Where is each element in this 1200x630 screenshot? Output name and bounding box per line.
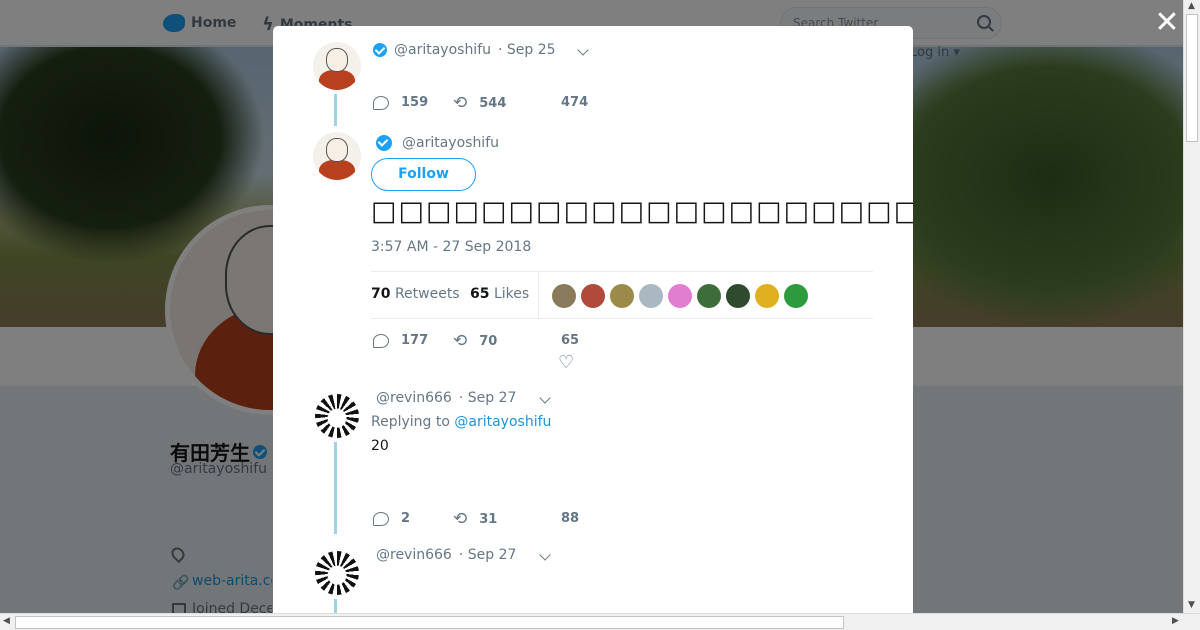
- liker-avatar[interactable]: [668, 284, 692, 308]
- retweet-icon: ⟲: [453, 93, 468, 113]
- thread-line: [334, 94, 337, 126]
- mention-link[interactable]: @aritayoshifu: [454, 414, 551, 430]
- retweet-button[interactable]: ⟲ 544: [453, 93, 506, 113]
- avatar[interactable]: [313, 42, 361, 90]
- chevron-down-icon[interactable]: [577, 44, 589, 56]
- reply-button[interactable]: 2: [373, 511, 410, 526]
- avatar[interactable]: [313, 549, 361, 597]
- scroll-up-icon[interactable]: ▲: [1188, 1, 1195, 11]
- tweet-text: □□□□□□□□□□□□□□□□□□□□□□□□□□□□□□□□□□□□□□□□…: [371, 196, 913, 227]
- liker-avatar[interactable]: [697, 284, 721, 308]
- reply-icon: [373, 511, 389, 526]
- reply-button[interactable]: 159: [373, 95, 428, 110]
- heart-icon[interactable]: ♡: [558, 352, 574, 373]
- like-count-label: 65: [561, 333, 580, 348]
- tweet-stats: 70 Retweets 65 Likes: [371, 271, 873, 319]
- scrollbar-thumb[interactable]: [1186, 14, 1198, 142]
- liker-avatar[interactable]: [581, 284, 605, 308]
- reply-icon: [373, 333, 389, 348]
- avatar[interactable]: [313, 392, 361, 440]
- verified-icon: [373, 43, 387, 57]
- scrollbar-thumb[interactable]: [15, 616, 844, 629]
- liker-avatar[interactable]: [784, 284, 808, 308]
- retweet-button[interactable]: ⟲ 70: [453, 331, 497, 351]
- thread-line: [334, 442, 337, 534]
- horizontal-scrollbar[interactable]: ◀ ▶: [0, 613, 1200, 630]
- follow-button[interactable]: Follow: [371, 158, 476, 191]
- verified-icon: [376, 135, 392, 151]
- tweet-handle[interactable]: @aritayoshifu: [402, 135, 499, 151]
- tweet-handle[interactable]: @aritayoshifu: [394, 42, 491, 58]
- vertical-scrollbar[interactable]: ▲ ▼: [1183, 0, 1200, 613]
- tweet-handle[interactable]: @revin666: [376, 547, 452, 563]
- tweet-timestamp[interactable]: 3:57 AM - 27 Sep 2018: [371, 239, 531, 255]
- tweet-time[interactable]: · Sep 25: [498, 42, 556, 58]
- tweet-time[interactable]: · Sep 27: [459, 547, 517, 563]
- tweet-handle[interactable]: @revin666: [376, 390, 452, 406]
- liker-avatar[interactable]: [610, 284, 634, 308]
- scroll-right-icon[interactable]: ▶: [1172, 616, 1179, 626]
- retweet-count[interactable]: 70 Retweets: [371, 286, 460, 302]
- retweet-icon: ⟲: [453, 509, 468, 529]
- tweet-text: 20: [371, 438, 389, 454]
- chevron-down-icon[interactable]: [539, 549, 551, 561]
- tweet-modal: @aritayoshifu · Sep 25 159 ⟲ 544 474 @ar…: [273, 26, 913, 616]
- close-icon[interactable]: ✕: [1153, 8, 1181, 38]
- like-button[interactable]: 88: [561, 511, 579, 526]
- scroll-left-icon[interactable]: ◀: [3, 616, 10, 626]
- reply-button[interactable]: 177: [373, 333, 428, 348]
- retweet-button[interactable]: ⟲ 31: [453, 509, 497, 529]
- retweet-icon: ⟲: [453, 331, 468, 351]
- like-count[interactable]: 65 Likes: [470, 286, 529, 302]
- avatar[interactable]: [313, 132, 361, 180]
- scroll-down-icon[interactable]: ▼: [1188, 600, 1195, 610]
- tweet-time[interactable]: · Sep 27: [459, 390, 517, 406]
- replying-to: Replying to @aritayoshifu: [371, 414, 552, 430]
- reply-icon: [373, 95, 389, 110]
- liker-avatar[interactable]: [755, 284, 779, 308]
- liker-avatar[interactable]: [552, 284, 576, 308]
- liker-avatar[interactable]: [726, 284, 750, 308]
- liker-avatar[interactable]: [639, 284, 663, 308]
- chevron-down-icon[interactable]: [539, 392, 551, 404]
- like-button[interactable]: 474: [561, 95, 588, 110]
